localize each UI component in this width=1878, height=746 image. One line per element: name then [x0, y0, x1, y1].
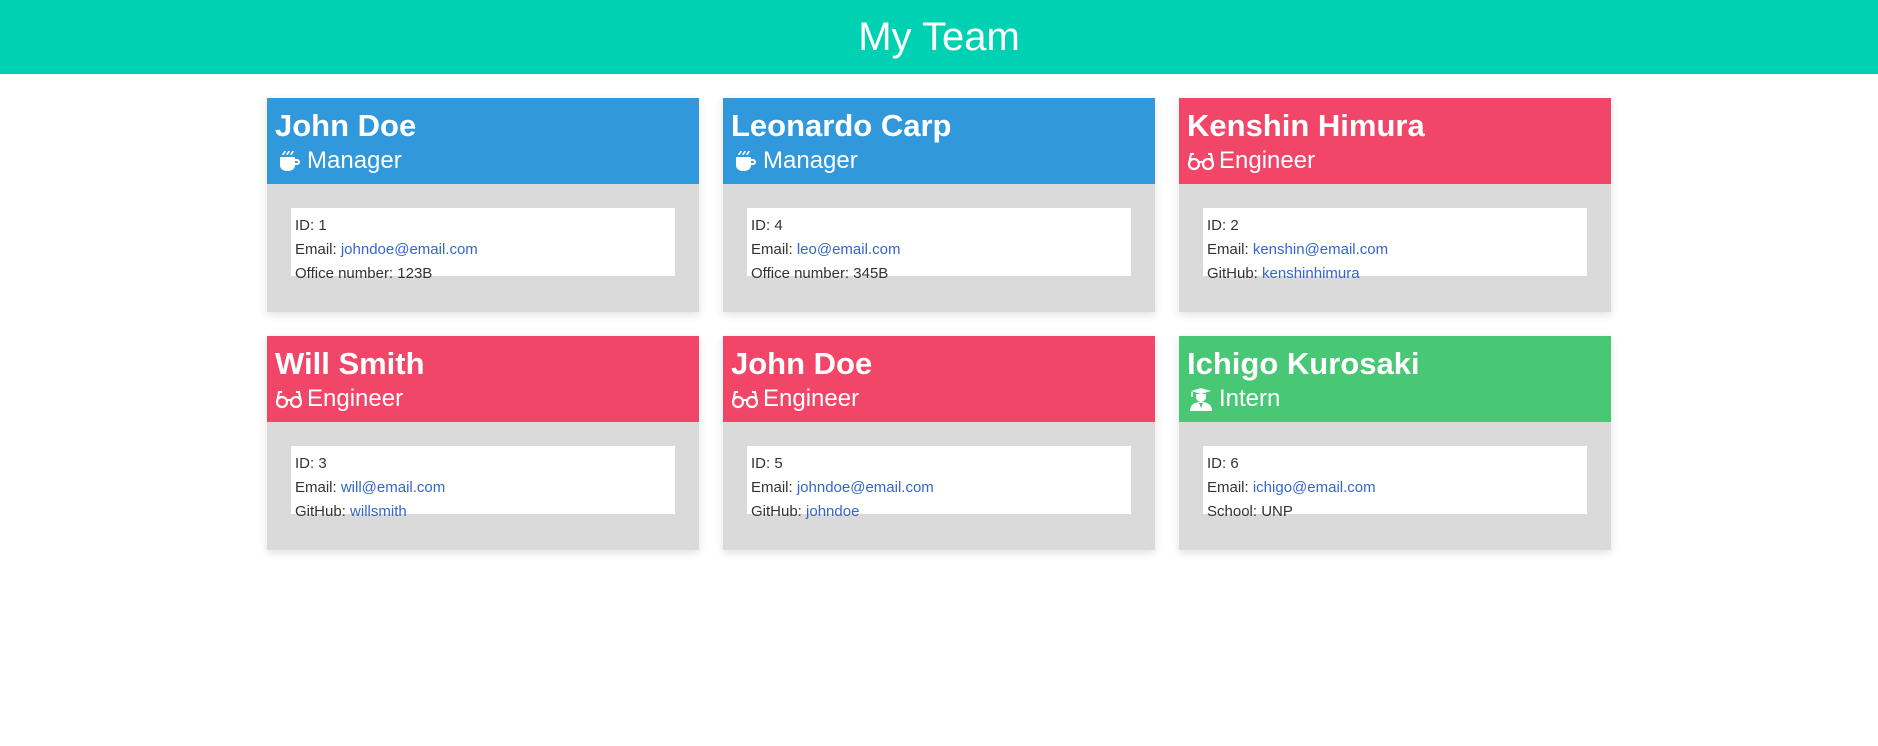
employee-id: ID: 1	[295, 217, 327, 234]
graduate-icon	[1187, 387, 1215, 411]
employee-role: Engineer	[731, 384, 1147, 414]
employee-email-line: Email: johndoe@email.com	[295, 238, 671, 262]
card-body: ID: 5 Email: johndoe@email.com GitHub: j…	[723, 422, 1155, 538]
employee-role: Manager	[731, 146, 1147, 176]
employee-email-line: Email: kenshin@email.com	[1207, 238, 1583, 262]
role-label: Manager	[307, 147, 402, 174]
employee-role: Intern	[1187, 384, 1603, 414]
employee-email-line: Email: will@email.com	[295, 476, 671, 500]
employee-card: Ichigo Kurosaki Intern ID: 6 Email: ichi…	[1179, 336, 1611, 550]
glasses-icon	[275, 387, 303, 411]
employee-id: ID: 4	[751, 217, 783, 234]
page-banner: My Team	[0, 0, 1878, 74]
employee-role: Manager	[275, 146, 691, 176]
office-number: Office number: 345B	[751, 265, 889, 282]
card-body: ID: 4 Email: leo@email.com Office number…	[723, 184, 1155, 300]
role-label: Engineer	[1219, 147, 1316, 174]
card-body: ID: 6 Email: ichigo@email.com School: UN…	[1179, 422, 1611, 538]
employee-card: John Doe Engineer ID: 5 Email: johndoe@e…	[723, 336, 1155, 550]
github-label: GitHub:	[295, 503, 351, 520]
role-label: Manager	[763, 147, 858, 174]
glasses-icon	[731, 387, 759, 411]
email-link[interactable]: ichigo@email.com	[1253, 479, 1376, 496]
email-label: Email:	[295, 479, 341, 496]
employee-role: Engineer	[1187, 146, 1603, 176]
github-line: GitHub: willsmith	[295, 500, 671, 524]
employee-email-line: Email: johndoe@email.com	[751, 476, 1127, 500]
employee-info: ID: 1 Email: johndoe@email.com Office nu…	[291, 208, 675, 282]
employee-id: ID: 2	[1207, 217, 1239, 234]
employee-info: ID: 4 Email: leo@email.com Office number…	[747, 208, 1131, 282]
github-label: GitHub:	[751, 503, 807, 520]
email-link[interactable]: leo@email.com	[797, 241, 901, 258]
github-link[interactable]: johndoe	[806, 503, 859, 520]
employee-role: Engineer	[275, 384, 691, 414]
role-label: Engineer	[763, 385, 860, 412]
email-link[interactable]: johndoe@email.com	[341, 241, 478, 258]
coffee-icon	[275, 149, 303, 173]
card-body: ID: 1 Email: johndoe@email.com Office nu…	[267, 184, 699, 300]
github-link[interactable]: kenshinhimura	[1262, 265, 1360, 282]
office-number: Office number: 123B	[295, 265, 433, 282]
employee-name: John Doe	[731, 346, 873, 381]
coffee-icon	[731, 149, 759, 173]
email-label: Email:	[1207, 241, 1253, 258]
employee-info: ID: 5 Email: johndoe@email.com GitHub: j…	[747, 446, 1131, 520]
page-title: My Team	[858, 14, 1020, 59]
glasses-icon	[1187, 149, 1215, 173]
github-link[interactable]: willsmith	[350, 503, 407, 520]
email-label: Email:	[751, 479, 797, 496]
employee-name: Leonardo Carp	[731, 108, 952, 143]
github-line: GitHub: kenshinhimura	[1207, 262, 1583, 286]
github-line: GitHub: johndoe	[751, 500, 1127, 524]
card-body: ID: 3 Email: will@email.com GitHub: will…	[267, 422, 699, 538]
github-label: GitHub:	[1207, 265, 1263, 282]
employee-info: ID: 6 Email: ichigo@email.com School: UN…	[1203, 446, 1587, 520]
email-link[interactable]: johndoe@email.com	[797, 479, 934, 496]
employee-id: ID: 3	[295, 455, 327, 472]
employee-name: Ichigo Kurosaki	[1187, 346, 1420, 381]
card-header: Kenshin Himura Engineer	[1179, 98, 1611, 184]
employee-name: John Doe	[275, 108, 417, 143]
employee-info: ID: 3 Email: will@email.com GitHub: will…	[291, 446, 675, 520]
employee-info: ID: 2 Email: kenshin@email.com GitHub: k…	[1203, 208, 1587, 282]
employee-name: Will Smith	[275, 346, 425, 381]
card-header: John Doe Manager	[267, 98, 699, 184]
email-link[interactable]: kenshin@email.com	[1253, 241, 1388, 258]
card-body: ID: 2 Email: kenshin@email.com GitHub: k…	[1179, 184, 1611, 300]
employee-card: Kenshin Himura Engineer ID: 2 Email: ken…	[1179, 98, 1611, 312]
role-label: Intern	[1219, 385, 1281, 412]
employee-id: ID: 6	[1207, 455, 1239, 472]
employee-id: ID: 5	[751, 455, 783, 472]
email-link[interactable]: will@email.com	[341, 479, 445, 496]
card-header: Ichigo Kurosaki Intern	[1179, 336, 1611, 422]
card-header: Will Smith Engineer	[267, 336, 699, 422]
employee-card: Will Smith Engineer ID: 3 Email: will@em…	[267, 336, 699, 550]
email-label: Email:	[751, 241, 797, 258]
card-header: Leonardo Carp Manager	[723, 98, 1155, 184]
employee-card: Leonardo Carp Manager ID: 4 Email: leo@e…	[723, 98, 1155, 312]
role-label: Engineer	[307, 385, 404, 412]
employee-name: Kenshin Himura	[1187, 108, 1425, 143]
team-grid: John Doe Manager ID: 1 Email: johndoe@em…	[267, 98, 1611, 550]
employee-email-line: Email: ichigo@email.com	[1207, 476, 1583, 500]
employee-card: John Doe Manager ID: 1 Email: johndoe@em…	[267, 98, 699, 312]
email-label: Email:	[1207, 479, 1253, 496]
employee-email-line: Email: leo@email.com	[751, 238, 1127, 262]
card-header: John Doe Engineer	[723, 336, 1155, 422]
school-line: School: UNP	[1207, 503, 1293, 520]
email-label: Email:	[295, 241, 341, 258]
